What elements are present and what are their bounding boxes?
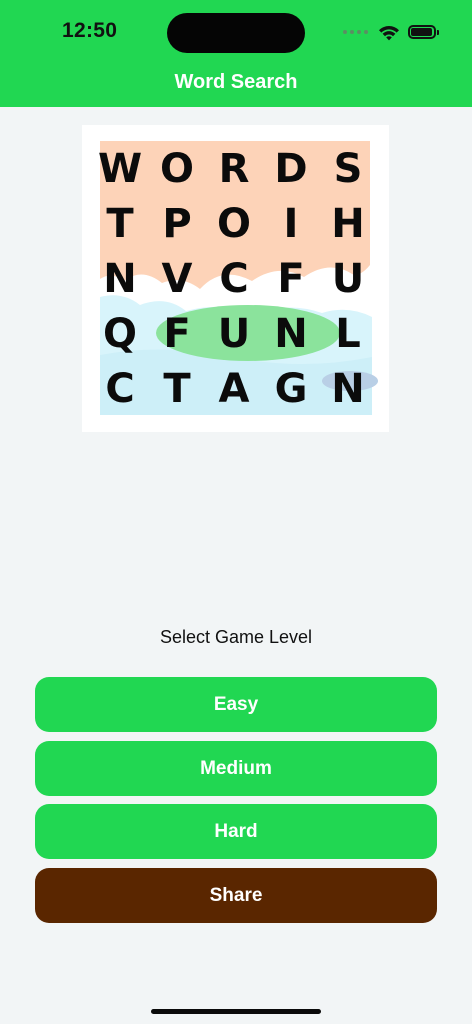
screen: 12:50 Word Search W O R D S T P O I H N … xyxy=(0,0,472,1024)
wifi-icon xyxy=(379,25,399,40)
grid-letter: O xyxy=(159,146,194,192)
grid-letter: F xyxy=(277,256,305,302)
grid-letter: U xyxy=(331,256,365,302)
home-indicator[interactable] xyxy=(151,1009,321,1014)
word-search-logo: WORDSTPOIHNVCFUQFUNLCTAGN xyxy=(82,125,389,432)
grid-letter: H xyxy=(331,201,365,247)
status-icons xyxy=(343,20,439,44)
grid-letter: T xyxy=(106,201,134,247)
grid-letter: C xyxy=(219,256,249,302)
grid-letter: V xyxy=(161,256,193,302)
grid-letter: N xyxy=(103,256,137,302)
letter-grid: WORDSTPOIHNVCFUQFUNLCTAGN xyxy=(98,141,372,417)
grid-letter: D xyxy=(274,146,308,192)
grid-letter: R xyxy=(218,146,250,192)
grid-letter: N xyxy=(274,311,308,357)
grid-letter: O xyxy=(216,201,251,247)
select-level-label: Select Game Level xyxy=(159,627,313,647)
navigation-bar: 12:50 Word Search xyxy=(0,0,472,107)
grid-letter: S xyxy=(333,146,363,192)
cellular-dots-icon xyxy=(343,30,368,34)
grid-letter: Q xyxy=(102,311,137,357)
share-button[interactable]: Share xyxy=(35,868,437,923)
status-time: 12:50 xyxy=(62,19,118,42)
grid-letter: C xyxy=(105,366,135,412)
battery-icon xyxy=(408,25,439,39)
grid-letter: U xyxy=(217,311,251,357)
grid-letter: L xyxy=(335,311,361,357)
grid-letter: T xyxy=(163,366,191,412)
grid-letter: P xyxy=(162,201,192,247)
medium-button[interactable]: Medium xyxy=(35,741,437,796)
grid-letter: G xyxy=(274,366,308,412)
hard-button[interactable]: Hard xyxy=(35,804,437,859)
grid-letter: I xyxy=(283,201,299,247)
dynamic-island xyxy=(167,13,305,53)
grid-letter: F xyxy=(163,311,191,357)
grid-letter: A xyxy=(218,366,250,412)
grid-letter: W xyxy=(97,146,143,192)
easy-button[interactable]: Easy xyxy=(35,677,437,732)
nav-title: Word Search xyxy=(174,71,298,93)
grid-letter: N xyxy=(331,366,365,412)
